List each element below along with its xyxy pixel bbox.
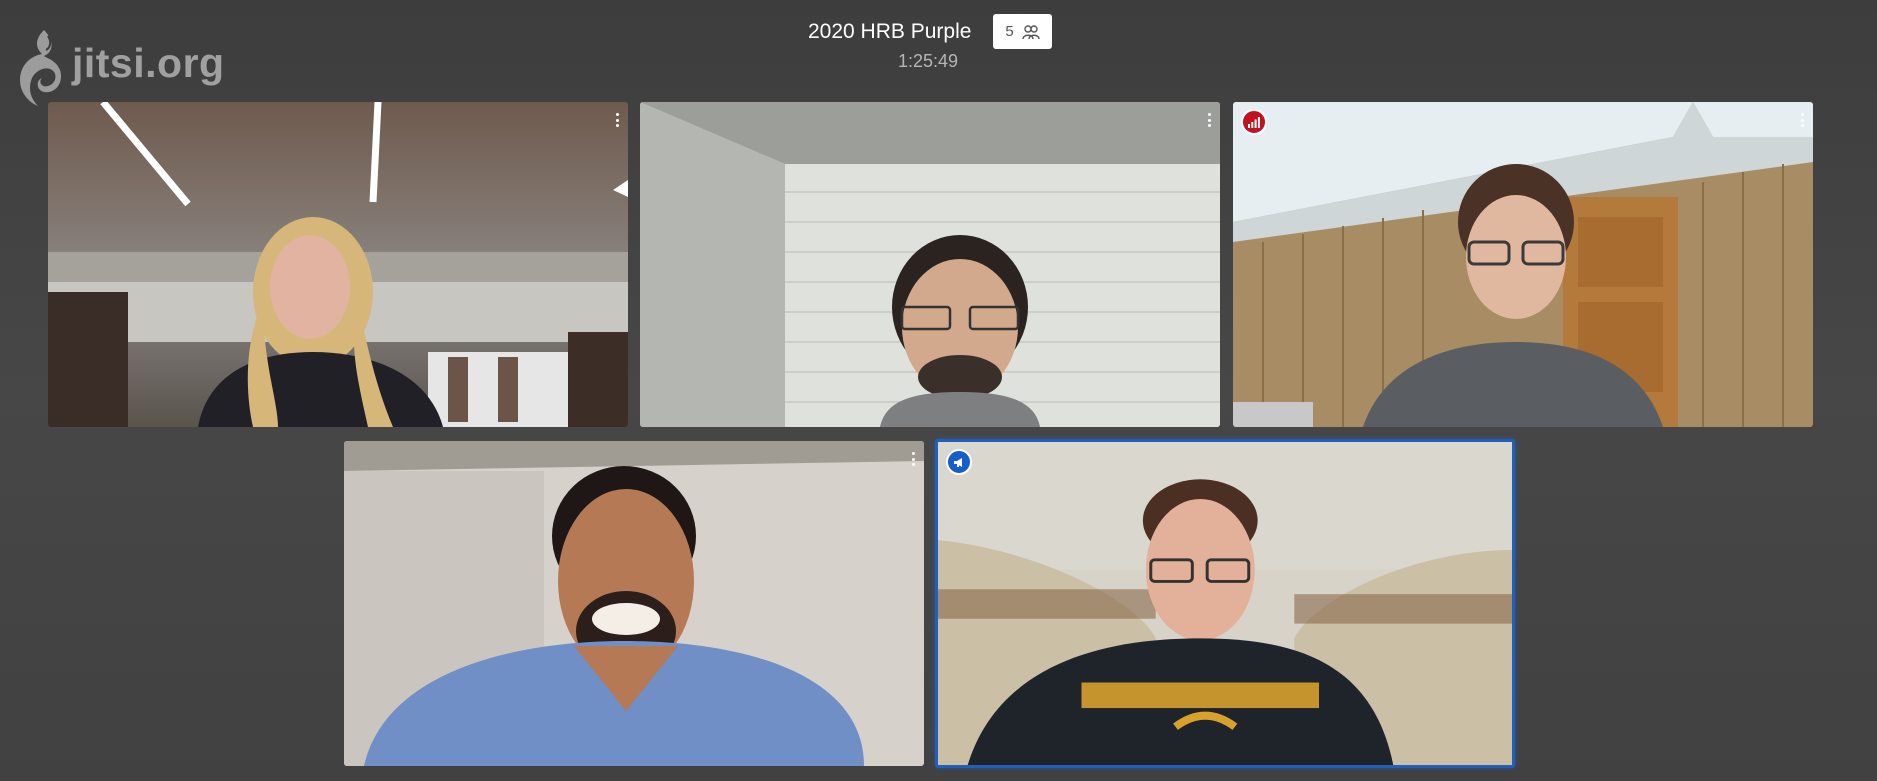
participant-video [344, 441, 924, 766]
participants-icon [1021, 24, 1040, 39]
tile-menu-icon[interactable] [1799, 113, 1805, 127]
tile-menu-icon[interactable] [614, 113, 620, 127]
participant-count: 5 [1005, 23, 1014, 40]
participant-video [938, 442, 1512, 765]
conference-header: 2020 HRB Purple 5 1:25:49 [0, 14, 1877, 74]
participant-video [1233, 102, 1813, 427]
connection-status-icon[interactable] [1241, 109, 1267, 135]
tile-menu-icon[interactable] [910, 452, 916, 466]
conference-title: 2020 HRB Purple [808, 20, 972, 43]
participant-video [48, 102, 628, 427]
video-tile-1[interactable] [48, 102, 628, 427]
tile-menu-icon[interactable] [1206, 113, 1212, 127]
video-tile-5[interactable] [935, 439, 1515, 768]
dominant-speaker-icon [946, 449, 972, 475]
participant-count-button[interactable]: 5 [993, 14, 1052, 49]
conference-timer: 1:25:49 [898, 51, 959, 71]
participant-video [640, 102, 1220, 427]
video-tile-2[interactable] [640, 102, 1220, 427]
video-tile-4[interactable] [344, 441, 924, 766]
video-tile-3[interactable] [1233, 102, 1813, 427]
